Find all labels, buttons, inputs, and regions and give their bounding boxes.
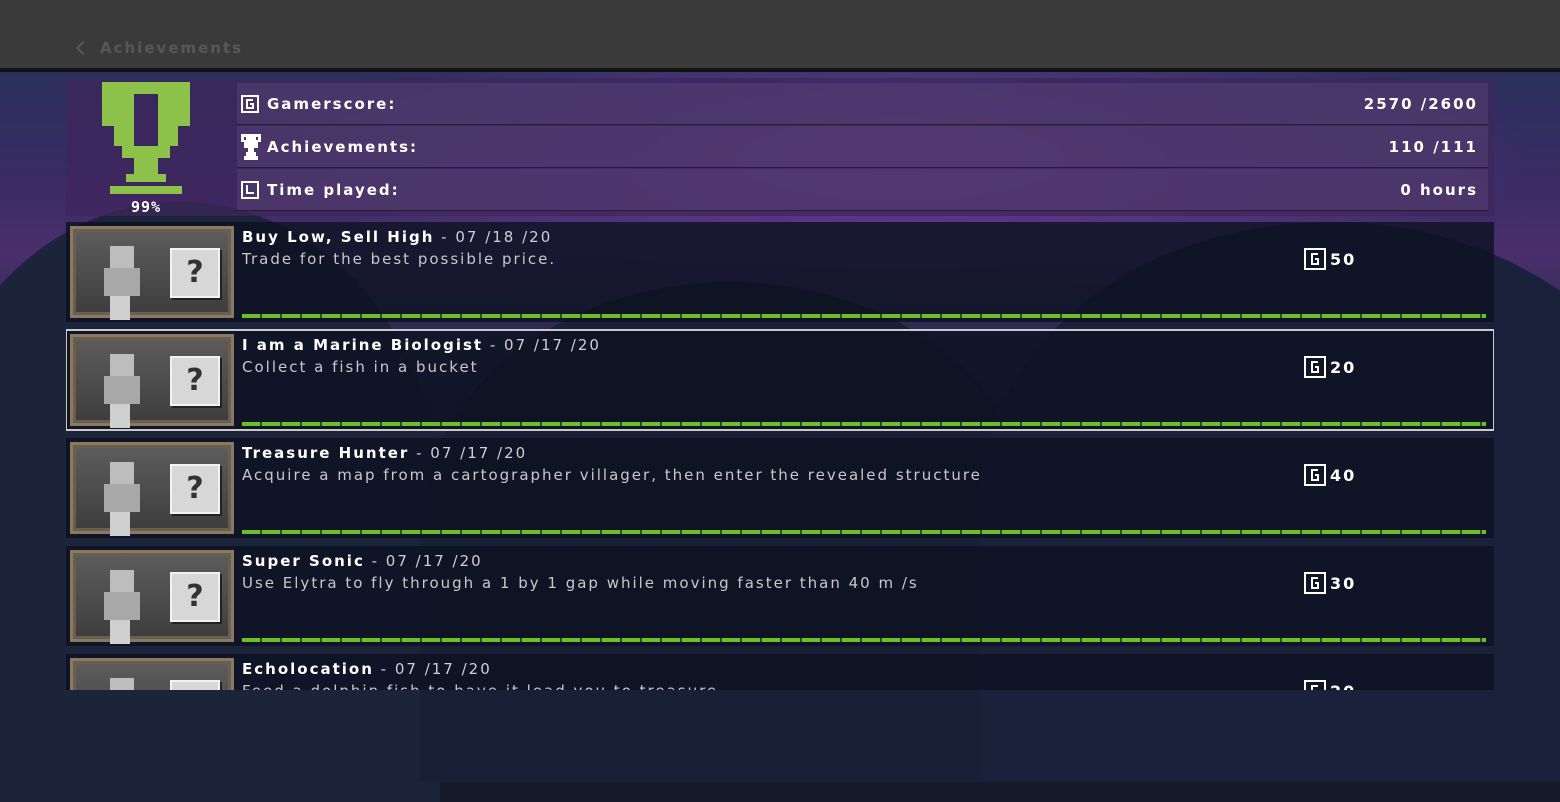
achievement-points: 40	[1330, 465, 1357, 485]
question-block-icon: ?	[170, 680, 220, 690]
achievements-label: Achievements:	[267, 137, 419, 156]
achievement-thumbnail: ?	[70, 550, 234, 644]
gamerscore-icon	[1304, 680, 1326, 690]
top-bar-divider	[0, 68, 1560, 72]
achievement-name: Super Sonic	[242, 552, 365, 570]
achievement-score: 50	[1304, 248, 1356, 270]
title-separator: -	[409, 444, 431, 462]
achievements-count-row: Achievements: 110 /111	[237, 126, 1488, 168]
achievement-row[interactable]: ? Treasure Hunter - 07 /17 /20 Acquire a…	[66, 438, 1494, 538]
achievement-date: 07 /17 /20	[430, 444, 528, 462]
achievement-name: I am a Marine Biologist	[242, 336, 484, 354]
question-block-icon: ?	[170, 248, 220, 298]
title-separator: -	[364, 552, 386, 570]
achievement-points: 20	[1330, 682, 1356, 691]
achievement-title: Buy Low, Sell High - 07 /18 /20	[242, 228, 552, 246]
achievement-title: Echolocation - 07 /17 /20	[242, 660, 492, 678]
gamerscore-icon	[1304, 572, 1326, 594]
trophy-icon	[102, 82, 190, 194]
achievement-name: Echolocation	[242, 660, 374, 678]
trophy-small-icon	[241, 133, 261, 160]
achievement-thumbnail: ?	[70, 226, 234, 320]
gamerscore-row: Gamerscore: 2570 /2600	[237, 83, 1488, 125]
achievement-date: 07 /17 /20	[385, 552, 483, 570]
achievement-thumbnail: ?	[70, 442, 234, 536]
achievement-date: 07 /17 /20	[504, 336, 601, 354]
achievement-description: Use Elytra to fly through a 1 by 1 gap w…	[242, 574, 919, 592]
clock-icon	[241, 180, 259, 199]
time-played-value: 0 hours	[1400, 180, 1478, 199]
gamerscore-icon	[1304, 248, 1326, 270]
progress-bar	[242, 530, 1486, 534]
player-figure-icon	[110, 678, 134, 690]
achievement-thumbnail: ?	[70, 658, 234, 690]
achievement-description: Feed a dolphin fish to have it lead you …	[242, 682, 718, 690]
gamerscore-label: Gamerscore:	[267, 94, 397, 113]
player-figure-icon	[104, 246, 140, 320]
achievement-score: 20	[1304, 680, 1356, 690]
progress-bar	[242, 638, 1486, 642]
achievement-title: Super Sonic - 07 /17 /20	[242, 552, 483, 570]
completion-percent: 99%	[130, 198, 162, 216]
achievement-name: Treasure Hunter	[242, 444, 410, 462]
achievement-description: Acquire a map from a cartographer villag…	[242, 466, 982, 484]
achievement-description: Trade for the best possible price.	[242, 250, 557, 268]
question-block-icon: ?	[170, 464, 220, 514]
achievement-row[interactable]: ? Buy Low, Sell High - 07 /18 /20 Trade …	[66, 222, 1494, 322]
achievement-row[interactable]: ? Super Sonic - 07 /17 /20 Use Elytra to…	[66, 546, 1494, 646]
back-label: Achievements	[100, 39, 244, 57]
player-figure-icon	[104, 570, 140, 644]
achievement-date: 07 /18 /20	[455, 228, 553, 246]
question-block-icon: ?	[170, 356, 220, 406]
achievement-name: Buy Low, Sell High	[242, 228, 435, 246]
player-figure-icon	[104, 354, 140, 428]
chevron-left-icon	[75, 40, 91, 56]
player-figure-icon	[104, 462, 140, 536]
achievement-description: Collect a fish in a bucket	[242, 358, 479, 376]
achievement-score: 30	[1304, 572, 1356, 594]
achievement-date: 07 /17 /20	[394, 660, 492, 678]
gamerscore-value: 2570 /2600	[1363, 94, 1478, 113]
title-separator: -	[373, 660, 395, 678]
achievement-points: 30	[1330, 573, 1357, 593]
achievement-row[interactable]: ? Echolocation - 07 /17 /20 Feed a dolph…	[66, 654, 1494, 690]
gamerscore-icon	[1304, 464, 1326, 486]
question-block-icon: ?	[170, 572, 220, 622]
gamerscore-icon	[241, 94, 259, 113]
title-separator: -	[483, 336, 505, 354]
back-button[interactable]: Achievements	[74, 38, 243, 58]
achievement-thumbnail: ?	[70, 334, 234, 428]
progress-bar	[242, 422, 1486, 426]
achievements-panel[interactable]: 99% Gamerscore: 2570 /2600 Achievements:…	[66, 78, 1494, 690]
achievement-points: 20	[1330, 357, 1357, 377]
time-played-label: Time played:	[267, 180, 400, 199]
gamerscore-icon	[1304, 356, 1326, 378]
time-played-row: Time played: 0 hours	[237, 169, 1488, 211]
achievement-points: 50	[1330, 249, 1357, 269]
achievement-title: I am a Marine Biologist - 07 /17 /20	[242, 336, 601, 354]
progress-bar	[242, 314, 1486, 318]
summary-section: 99% Gamerscore: 2570 /2600 Achievements:…	[66, 78, 1494, 216]
achievement-title: Treasure Hunter - 07 /17 /20	[242, 444, 527, 462]
achievements-value: 110 /111	[1388, 137, 1478, 156]
title-separator: -	[434, 228, 456, 246]
achievement-score: 20	[1304, 356, 1356, 378]
achievement-score: 40	[1304, 464, 1356, 486]
achievement-row-selected[interactable]: ? I am a Marine Biologist - 07 /17 /20 C…	[66, 329, 1494, 431]
